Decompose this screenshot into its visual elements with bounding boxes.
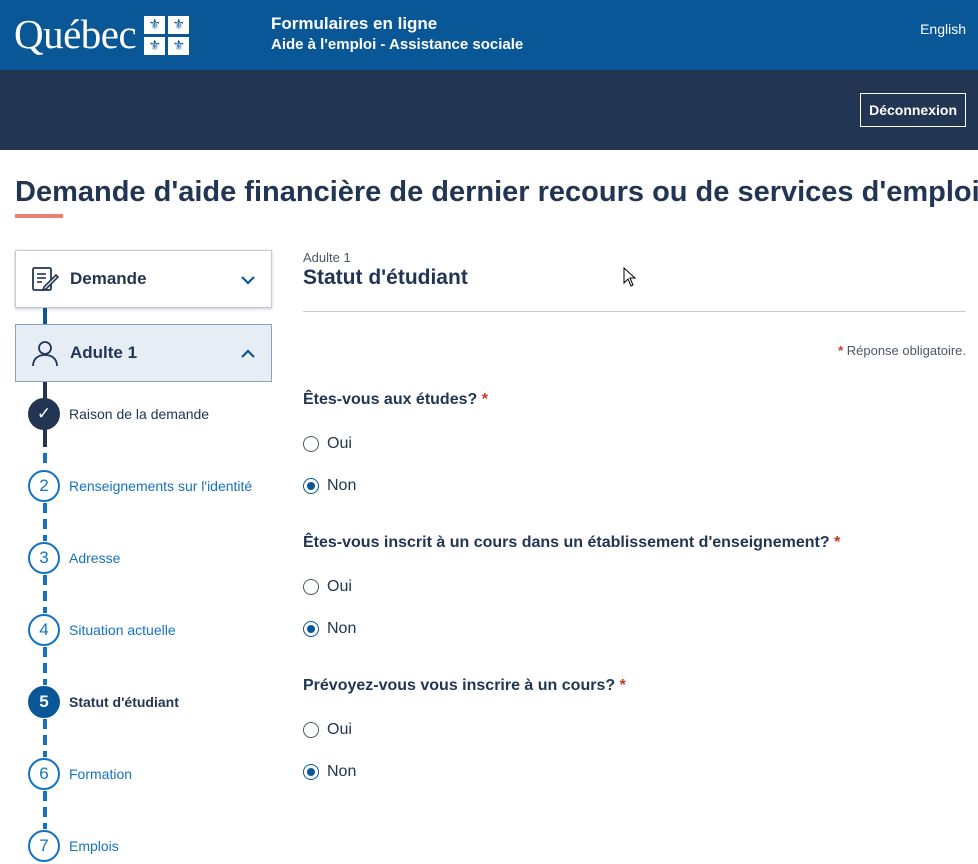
- sidebar-section-adulte[interactable]: Adulte 1: [15, 324, 272, 382]
- sidebar-connector: [43, 503, 47, 541]
- sidebar-step-identite[interactable]: 2 Renseignements sur l'identité: [28, 469, 278, 503]
- app-title: Formulaires en ligne: [271, 14, 438, 33]
- radio-button[interactable]: [303, 722, 319, 738]
- radio-button-selected[interactable]: [303, 478, 319, 494]
- required-star: *: [619, 677, 626, 694]
- app-subtitle: Aide à l'emploi - Assistance sociale: [271, 36, 524, 53]
- step-number: 6: [28, 758, 60, 790]
- required-note: * Réponse obligatoire.: [838, 343, 966, 358]
- step-number: 2: [28, 470, 60, 502]
- radio-q3-oui[interactable]: Oui: [303, 719, 352, 741]
- nav-bar: Déconnexion: [0, 70, 978, 150]
- radio-label: Non: [327, 477, 357, 494]
- sidebar-section-label: Demande: [70, 269, 147, 288]
- mouse-cursor-icon: [623, 267, 637, 287]
- step-check-icon: ✓: [28, 398, 60, 430]
- sidebar-step-formation[interactable]: 6 Formation: [28, 757, 278, 791]
- radio-button[interactable]: [303, 436, 319, 452]
- radio-label: Non: [327, 620, 357, 637]
- radio-q1-oui[interactable]: Oui: [303, 433, 352, 455]
- radio-label: Oui: [327, 721, 352, 738]
- radio-label: Oui: [327, 435, 352, 452]
- sidebar-step-statut-etudiant[interactable]: 5 Statut d'étudiant: [28, 685, 278, 719]
- step-number: 4: [28, 614, 60, 646]
- radio-button-selected[interactable]: [303, 621, 319, 637]
- step-label: Adresse: [69, 550, 121, 566]
- step-number: 3: [28, 542, 60, 574]
- quebec-logo[interactable]: Québec ⚜ ⚜ ⚜ ⚜: [14, 11, 190, 57]
- radio-q1-non[interactable]: Non: [303, 475, 356, 497]
- language-link[interactable]: English: [920, 21, 966, 37]
- section-kicker: Adulte 1: [303, 250, 351, 265]
- sidebar-connector: [43, 719, 47, 757]
- sidebar-section-label: Adulte 1: [70, 343, 138, 362]
- chevron-up-icon: [241, 349, 255, 358]
- logo-wordmark: Québec: [14, 11, 137, 57]
- question-label: Êtes-vous aux études?: [303, 391, 478, 408]
- sidebar-connector: [43, 307, 47, 325]
- radio-button[interactable]: [303, 579, 319, 595]
- required-star: *: [838, 343, 844, 358]
- logout-button[interactable]: Déconnexion: [860, 93, 966, 127]
- question-label: Prévoyez-vous vous inscrire à un cours?: [303, 677, 616, 694]
- radio-label: Non: [327, 763, 357, 780]
- top-header: Québec ⚜ ⚜ ⚜ ⚜ Formulaires en ligne Aide à …: [0, 0, 978, 70]
- step-label: Renseignements sur l'identité: [69, 478, 253, 494]
- step-label: Raison de la demande: [69, 406, 210, 422]
- step-label: Formation: [69, 766, 133, 782]
- sidebar-section-demande[interactable]: Demande: [15, 250, 272, 308]
- sidebar-step-adresse[interactable]: 3 Adresse: [28, 541, 278, 575]
- radio-button-selected[interactable]: [303, 764, 319, 780]
- sidebar-connector: [43, 575, 47, 613]
- question-aux-etudes: Êtes-vous aux études? *: [303, 391, 488, 409]
- sidebar-connector: [43, 453, 47, 469]
- question-prevoyez-cours: Prévoyez-vous vous inscrire à un cours? …: [303, 677, 626, 695]
- chevron-down-icon: [241, 276, 255, 285]
- person-icon: [32, 341, 58, 367]
- step-label: Situation actuelle: [69, 622, 176, 638]
- page-title: Demande d'aide financière de dernier rec…: [15, 176, 978, 208]
- form-edit-icon: [32, 267, 60, 292]
- question-inscrit-cours: Êtes-vous inscrit à un cours dans un éta…: [303, 534, 840, 552]
- app-titles: Formulaires en ligne Aide à l'emploi - A…: [271, 14, 523, 55]
- step-number: 7: [28, 830, 60, 862]
- radio-label: Oui: [327, 578, 352, 595]
- section-title: Statut d'étudiant: [303, 266, 468, 289]
- required-star: *: [481, 391, 488, 408]
- question-label: Êtes-vous inscrit à un cours dans un éta…: [303, 534, 830, 551]
- section-divider: [303, 311, 966, 312]
- sidebar-connector: [43, 647, 47, 685]
- radio-q3-non[interactable]: Non: [303, 761, 356, 783]
- sidebar-connector: [43, 791, 47, 829]
- radio-q2-non[interactable]: Non: [303, 618, 356, 640]
- sidebar-step-situation[interactable]: 4 Situation actuelle: [28, 613, 278, 647]
- step-label: Emplois: [69, 838, 119, 854]
- sidebar-step-emplois[interactable]: 7 Emplois: [28, 829, 278, 863]
- step-label: Statut d'étudiant: [69, 694, 179, 710]
- required-star: *: [834, 534, 841, 551]
- title-underline: [15, 214, 63, 218]
- required-note-text: Réponse obligatoire.: [846, 343, 966, 358]
- radio-q2-oui[interactable]: Oui: [303, 576, 352, 598]
- sidebar-connector: [43, 429, 47, 447]
- sidebar-step-raison[interactable]: ✓ Raison de la demande: [28, 397, 278, 431]
- fleurdelise-flag-icon: ⚜ ⚜ ⚜ ⚜: [144, 15, 190, 55]
- step-number: 5: [28, 686, 60, 718]
